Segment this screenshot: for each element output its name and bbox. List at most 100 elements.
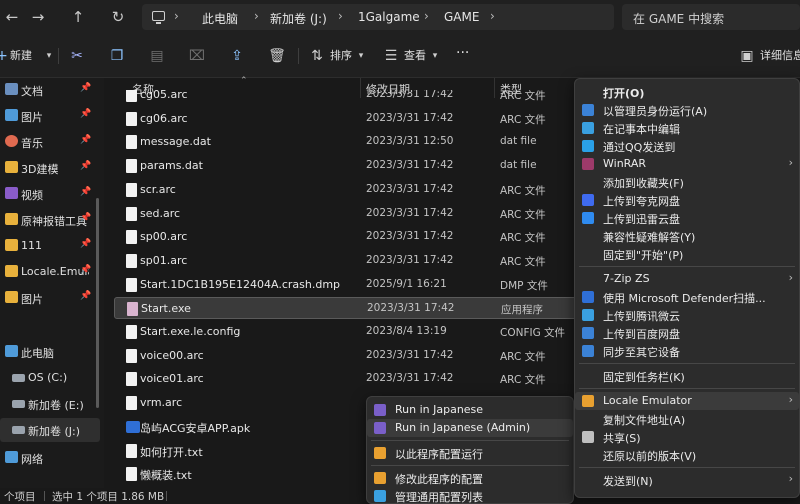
breadcrumb-item-this-pc[interactable]: 此电脑 bbox=[202, 10, 238, 27]
file-date: 2023/3/31 17:42 bbox=[366, 230, 454, 243]
cut-icon[interactable]: ✂ bbox=[68, 47, 86, 65]
address-row: ← → ↑ ↻ › 此电脑 › 新加卷 (J:) › 1Galgame › GA… bbox=[0, 0, 800, 34]
context-menu-label: 发送到(N) bbox=[603, 475, 653, 488]
up-arrow-icon[interactable]: ↑ bbox=[66, 5, 90, 29]
sidebar-item-network[interactable]: 网络 bbox=[0, 446, 100, 470]
copy-icon[interactable]: ❐ bbox=[108, 47, 126, 65]
context-menu-label: 在记事本中编辑 bbox=[603, 123, 680, 136]
context-menu-item[interactable]: 在记事本中编辑 bbox=[575, 119, 799, 137]
file-name: sp01.arc bbox=[140, 253, 188, 267]
context-menu-item[interactable]: 上传到迅雷云盘 bbox=[575, 209, 799, 227]
sidebar-item-music[interactable]: 音乐 📌 bbox=[0, 130, 100, 154]
context-menu-item[interactable]: 打开(O) bbox=[575, 83, 799, 101]
rename-icon[interactable]: ⌧ bbox=[188, 47, 206, 65]
sidebar-item-drive-c[interactable]: OS (C:) bbox=[0, 366, 100, 390]
context-menu-label: 固定到任务栏(K) bbox=[603, 371, 685, 384]
submenu-label: 以此程序配置运行 bbox=[395, 448, 483, 461]
more-options-button[interactable]: ··· bbox=[456, 43, 469, 63]
submenu-arrow-icon: › bbox=[788, 472, 793, 485]
breadcrumb-item-drive-j[interactable]: 新加卷 (J:) bbox=[270, 10, 327, 27]
details-button[interactable]: 详细信息 bbox=[760, 46, 800, 66]
sidebar-item-label: 111 bbox=[21, 239, 42, 252]
folder-icon bbox=[5, 239, 18, 251]
sidebar-item-pictures[interactable]: 图片 📌 bbox=[0, 104, 100, 128]
sidebar-item-drive-j[interactable]: 新加卷 (J:) bbox=[0, 418, 100, 442]
file-icon bbox=[126, 182, 137, 197]
context-menu-item[interactable]: 上传到夸克网盘 bbox=[575, 191, 799, 209]
context-menu-item[interactable]: 同步至其它设备 bbox=[575, 342, 799, 360]
file-name: voice00.arc bbox=[140, 348, 204, 362]
sidebar-scrollbar[interactable] bbox=[96, 198, 99, 408]
context-menu-item[interactable]: 上传到百度网盘 bbox=[575, 324, 799, 342]
sidebar-item-label: 网络 bbox=[21, 453, 43, 466]
sidebar-item-label: OS (C:) bbox=[28, 371, 68, 384]
file-type: ARC 文件 bbox=[500, 374, 546, 387]
refresh-icon[interactable]: ↻ bbox=[106, 5, 130, 29]
file-icon bbox=[126, 253, 137, 268]
chevron-down-icon[interactable]: ▾ bbox=[352, 47, 370, 65]
breadcrumb-item-game[interactable]: GAME bbox=[444, 10, 479, 24]
forward-arrow-icon[interactable]: → bbox=[26, 5, 50, 29]
sidebar-item-this-pc[interactable]: 此电脑 bbox=[0, 340, 100, 364]
context-menu-item[interactable]: 还原以前的版本(V) bbox=[575, 446, 799, 464]
sidebar-item-drive-e[interactable]: 新加卷 (E:) bbox=[0, 392, 100, 416]
context-menu-item[interactable]: 使用 Microsoft Defender扫描... bbox=[575, 288, 799, 306]
sidebar-item-label: 3D建模 bbox=[21, 163, 59, 176]
sidebar-item-label: 新加卷 (J:) bbox=[28, 425, 81, 438]
context-menu-item[interactable]: 固定到任务栏(K) bbox=[575, 367, 799, 385]
context-menu-item[interactable]: 复制文件地址(A) bbox=[575, 410, 799, 428]
sidebar-item-111[interactable]: 111 📌 bbox=[0, 234, 100, 258]
submenu-item[interactable]: 以此程序配置运行 bbox=[367, 444, 573, 462]
context-menu-item[interactable]: 添加到收藏夹(F) bbox=[575, 173, 799, 191]
submenu-item[interactable]: Run in Japanese bbox=[367, 401, 573, 419]
context-menu-item[interactable]: 固定到"开始"(P) bbox=[575, 245, 799, 263]
computer-icon bbox=[152, 11, 165, 24]
context-menu-label: 添加到收藏夹(F) bbox=[603, 177, 684, 190]
submenu-item[interactable]: Run in Japanese (Admin) bbox=[367, 419, 573, 437]
context-menu-item[interactable]: 共享(S) bbox=[575, 428, 799, 446]
sidebar-item-locale-emulator[interactable]: Locale.Emulator 📌 bbox=[0, 260, 100, 284]
file-icon bbox=[126, 159, 137, 174]
sidebar-item-genshin-tool[interactable]: 原神报错工具 📌 bbox=[0, 208, 100, 232]
file-icon bbox=[126, 111, 137, 126]
context-menu-item[interactable]: 以管理员身份运行(A) bbox=[575, 101, 799, 119]
drive-icon bbox=[12, 374, 25, 382]
context-menu-item[interactable]: 上传到腾讯微云 bbox=[575, 306, 799, 324]
search-input[interactable]: 在 GAME 中搜索 bbox=[622, 4, 800, 30]
file-type: ARC 文件 bbox=[500, 350, 546, 363]
back-arrow-icon[interactable]: ← bbox=[0, 5, 24, 29]
baidu-icon bbox=[582, 327, 594, 339]
address-bar[interactable]: › 此电脑 › 新加卷 (J:) › 1Galgame › GAME › bbox=[142, 4, 614, 30]
file-name: sp00.arc bbox=[140, 230, 188, 244]
sidebar-item-documents[interactable]: 文档 📌 bbox=[0, 78, 100, 102]
chevron-down-icon[interactable]: ▾ bbox=[426, 47, 444, 65]
delete-icon[interactable]: 🗑 bbox=[268, 47, 286, 65]
context-menu-item[interactable]: 7-Zip ZS › bbox=[575, 270, 799, 288]
network-icon bbox=[5, 451, 18, 463]
context-menu-label: 以管理员身份运行(A) bbox=[603, 105, 708, 118]
file-icon bbox=[126, 277, 137, 292]
context-menu-item[interactable]: Locale Emulator › bbox=[575, 392, 799, 410]
sort-button[interactable]: 排序 bbox=[330, 46, 352, 66]
folder-icon bbox=[5, 291, 18, 303]
file-type: CONFIG 文件 bbox=[500, 327, 566, 339]
chevron-down-icon[interactable]: ▾ bbox=[40, 47, 58, 65]
file-type: ARC 文件 bbox=[500, 184, 546, 197]
context-menu-item[interactable]: 兼容性疑难解答(Y) bbox=[575, 227, 799, 245]
share-icon[interactable]: ⇪ bbox=[228, 47, 246, 65]
context-menu-item[interactable]: 发送到(N) › bbox=[575, 471, 799, 489]
paste-icon[interactable]: ▤ bbox=[148, 47, 166, 65]
context-menu-item[interactable]: WinRAR › bbox=[575, 155, 799, 173]
submenu-item[interactable]: 管理通用配置列表 bbox=[367, 487, 573, 504]
sidebar-item-videos[interactable]: 视频 📌 bbox=[0, 182, 100, 206]
context-menu-item[interactable]: 通过QQ发送到 bbox=[575, 137, 799, 155]
new-button[interactable]: 新建 bbox=[10, 46, 32, 66]
sidebar-item-pictures-folder[interactable]: 图片 📌 bbox=[0, 286, 100, 310]
breadcrumb-item-1galgame[interactable]: 1Galgame bbox=[358, 10, 420, 24]
sidebar-item-3d-modeling[interactable]: 3D建模 📌 bbox=[0, 156, 100, 180]
locale-emulator-icon bbox=[582, 395, 594, 407]
submenu-item[interactable]: 修改此程序的配置 bbox=[367, 469, 573, 487]
sidebar-item-label: Locale.Emulator bbox=[21, 265, 89, 278]
view-button[interactable]: 查看 bbox=[404, 46, 426, 66]
context-menu-label: 固定到"开始"(P) bbox=[603, 249, 684, 262]
